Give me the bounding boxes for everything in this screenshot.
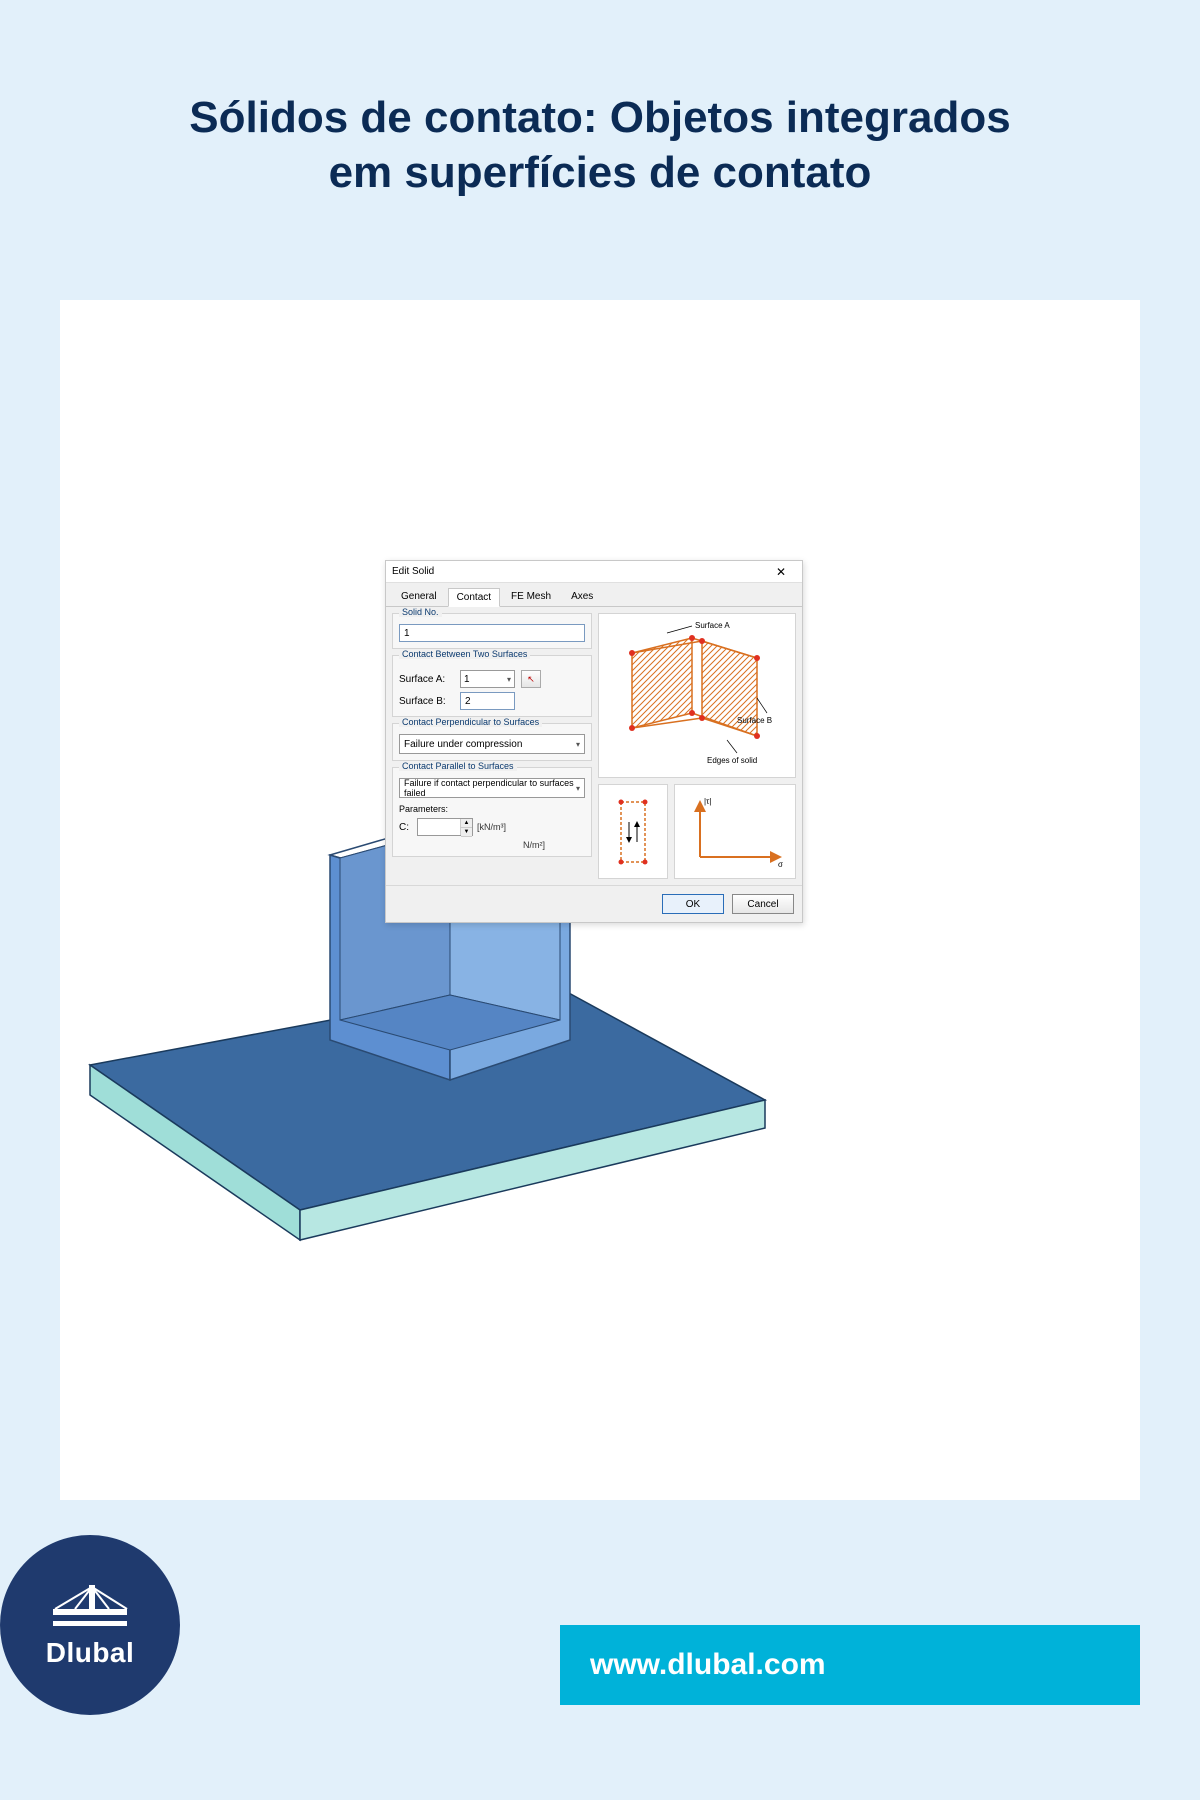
title-line-2: em superfícies de contato	[329, 148, 872, 197]
chevron-down-icon: ▾	[576, 740, 580, 749]
close-icon: ✕	[776, 565, 786, 579]
parallel-select[interactable]: Failure if contact perpendicular to surf…	[399, 778, 585, 798]
dialog-title: Edit Solid	[392, 566, 434, 577]
solid-no-input[interactable]	[399, 624, 585, 642]
edit-solid-dialog: Edit Solid ✕ General Contact FE Mesh Axe…	[385, 560, 803, 923]
surface-a-value: 1	[464, 674, 470, 685]
bridge-icon	[45, 1581, 135, 1631]
perpendicular-value: Failure under compression	[404, 739, 522, 750]
ok-button[interactable]: OK	[662, 894, 724, 914]
perpendicular-select[interactable]: Failure under compression ▾	[399, 734, 585, 754]
pick-surface-button[interactable]: ↖	[521, 670, 541, 688]
group-label-perpendicular: Contact Perpendicular to Surfaces	[399, 717, 542, 727]
diagram-surface-a-label: Surface A	[695, 621, 730, 630]
param2-unit: N/m²]	[523, 840, 545, 850]
viewport-canvas: Edit Solid ✕ General Contact FE Mesh Axe…	[60, 300, 1140, 1500]
tab-axes[interactable]: Axes	[562, 587, 602, 606]
surface-b-label: Surface B:	[399, 696, 454, 707]
surface-a-select[interactable]: 1 ▾	[460, 670, 515, 688]
group-contact-between: Contact Between Two Surfaces Surface A: …	[392, 655, 592, 717]
dialog-titlebar[interactable]: Edit Solid ✕	[386, 561, 802, 583]
page-title: Sólidos de contato: Objetos integrados e…	[0, 90, 1200, 200]
footer-url: www.dlubal.com	[590, 1648, 826, 1682]
diagram-edges-label: Edges of solid	[707, 756, 757, 765]
tab-contact[interactable]: Contact	[448, 588, 500, 607]
parameters-label: Parameters:	[399, 804, 585, 814]
param-c-spinner[interactable]: ▲▼	[417, 818, 473, 836]
title-line-1: Sólidos de contato: Objetos integrados	[189, 93, 1010, 142]
group-label-contact-between: Contact Between Two Surfaces	[399, 649, 530, 659]
surfaces-diagram: Surface A Surface B Edges of solid	[598, 613, 796, 778]
parallel-value: Failure if contact perpendicular to surf…	[404, 778, 576, 798]
tab-bar: General Contact FE Mesh Axes	[386, 583, 802, 607]
group-solid-no: Solid No.	[392, 613, 592, 649]
graph-tau-label: |τ|	[704, 797, 711, 806]
spinner-up-icon[interactable]: ▲	[461, 819, 472, 828]
cancel-button[interactable]: Cancel	[732, 894, 794, 914]
surface-a-label: Surface A:	[399, 674, 454, 685]
brand-logo: Dlubal	[0, 1535, 180, 1715]
graph-sigma-label: σ	[778, 860, 783, 869]
graph-diagram: |τ| σ	[674, 784, 796, 879]
surface-b-input[interactable]	[460, 692, 515, 710]
param-c-label: C:	[399, 822, 413, 833]
footer-url-band: www.dlubal.com	[560, 1625, 1140, 1705]
param-c-unit: [kN/m³]	[477, 822, 506, 832]
shear-diagram-icon	[598, 784, 668, 879]
close-button[interactable]: ✕	[766, 562, 796, 582]
group-perpendicular: Contact Perpendicular to Surfaces Failur…	[392, 723, 592, 761]
chevron-down-icon: ▾	[507, 675, 511, 684]
brand-name: Dlubal	[46, 1637, 135, 1669]
tab-general[interactable]: General	[392, 587, 446, 606]
spinner-down-icon[interactable]: ▼	[461, 828, 472, 837]
tab-fe-mesh[interactable]: FE Mesh	[502, 587, 560, 606]
chevron-down-icon: ▾	[576, 784, 580, 793]
group-label-solid-no: Solid No.	[399, 607, 442, 617]
picker-icon: ↖	[527, 674, 535, 685]
group-parallel: Contact Parallel to Surfaces Failure if …	[392, 767, 592, 857]
group-label-parallel: Contact Parallel to Surfaces	[399, 761, 517, 771]
diagram-surface-b-label: Surface B	[737, 716, 772, 725]
